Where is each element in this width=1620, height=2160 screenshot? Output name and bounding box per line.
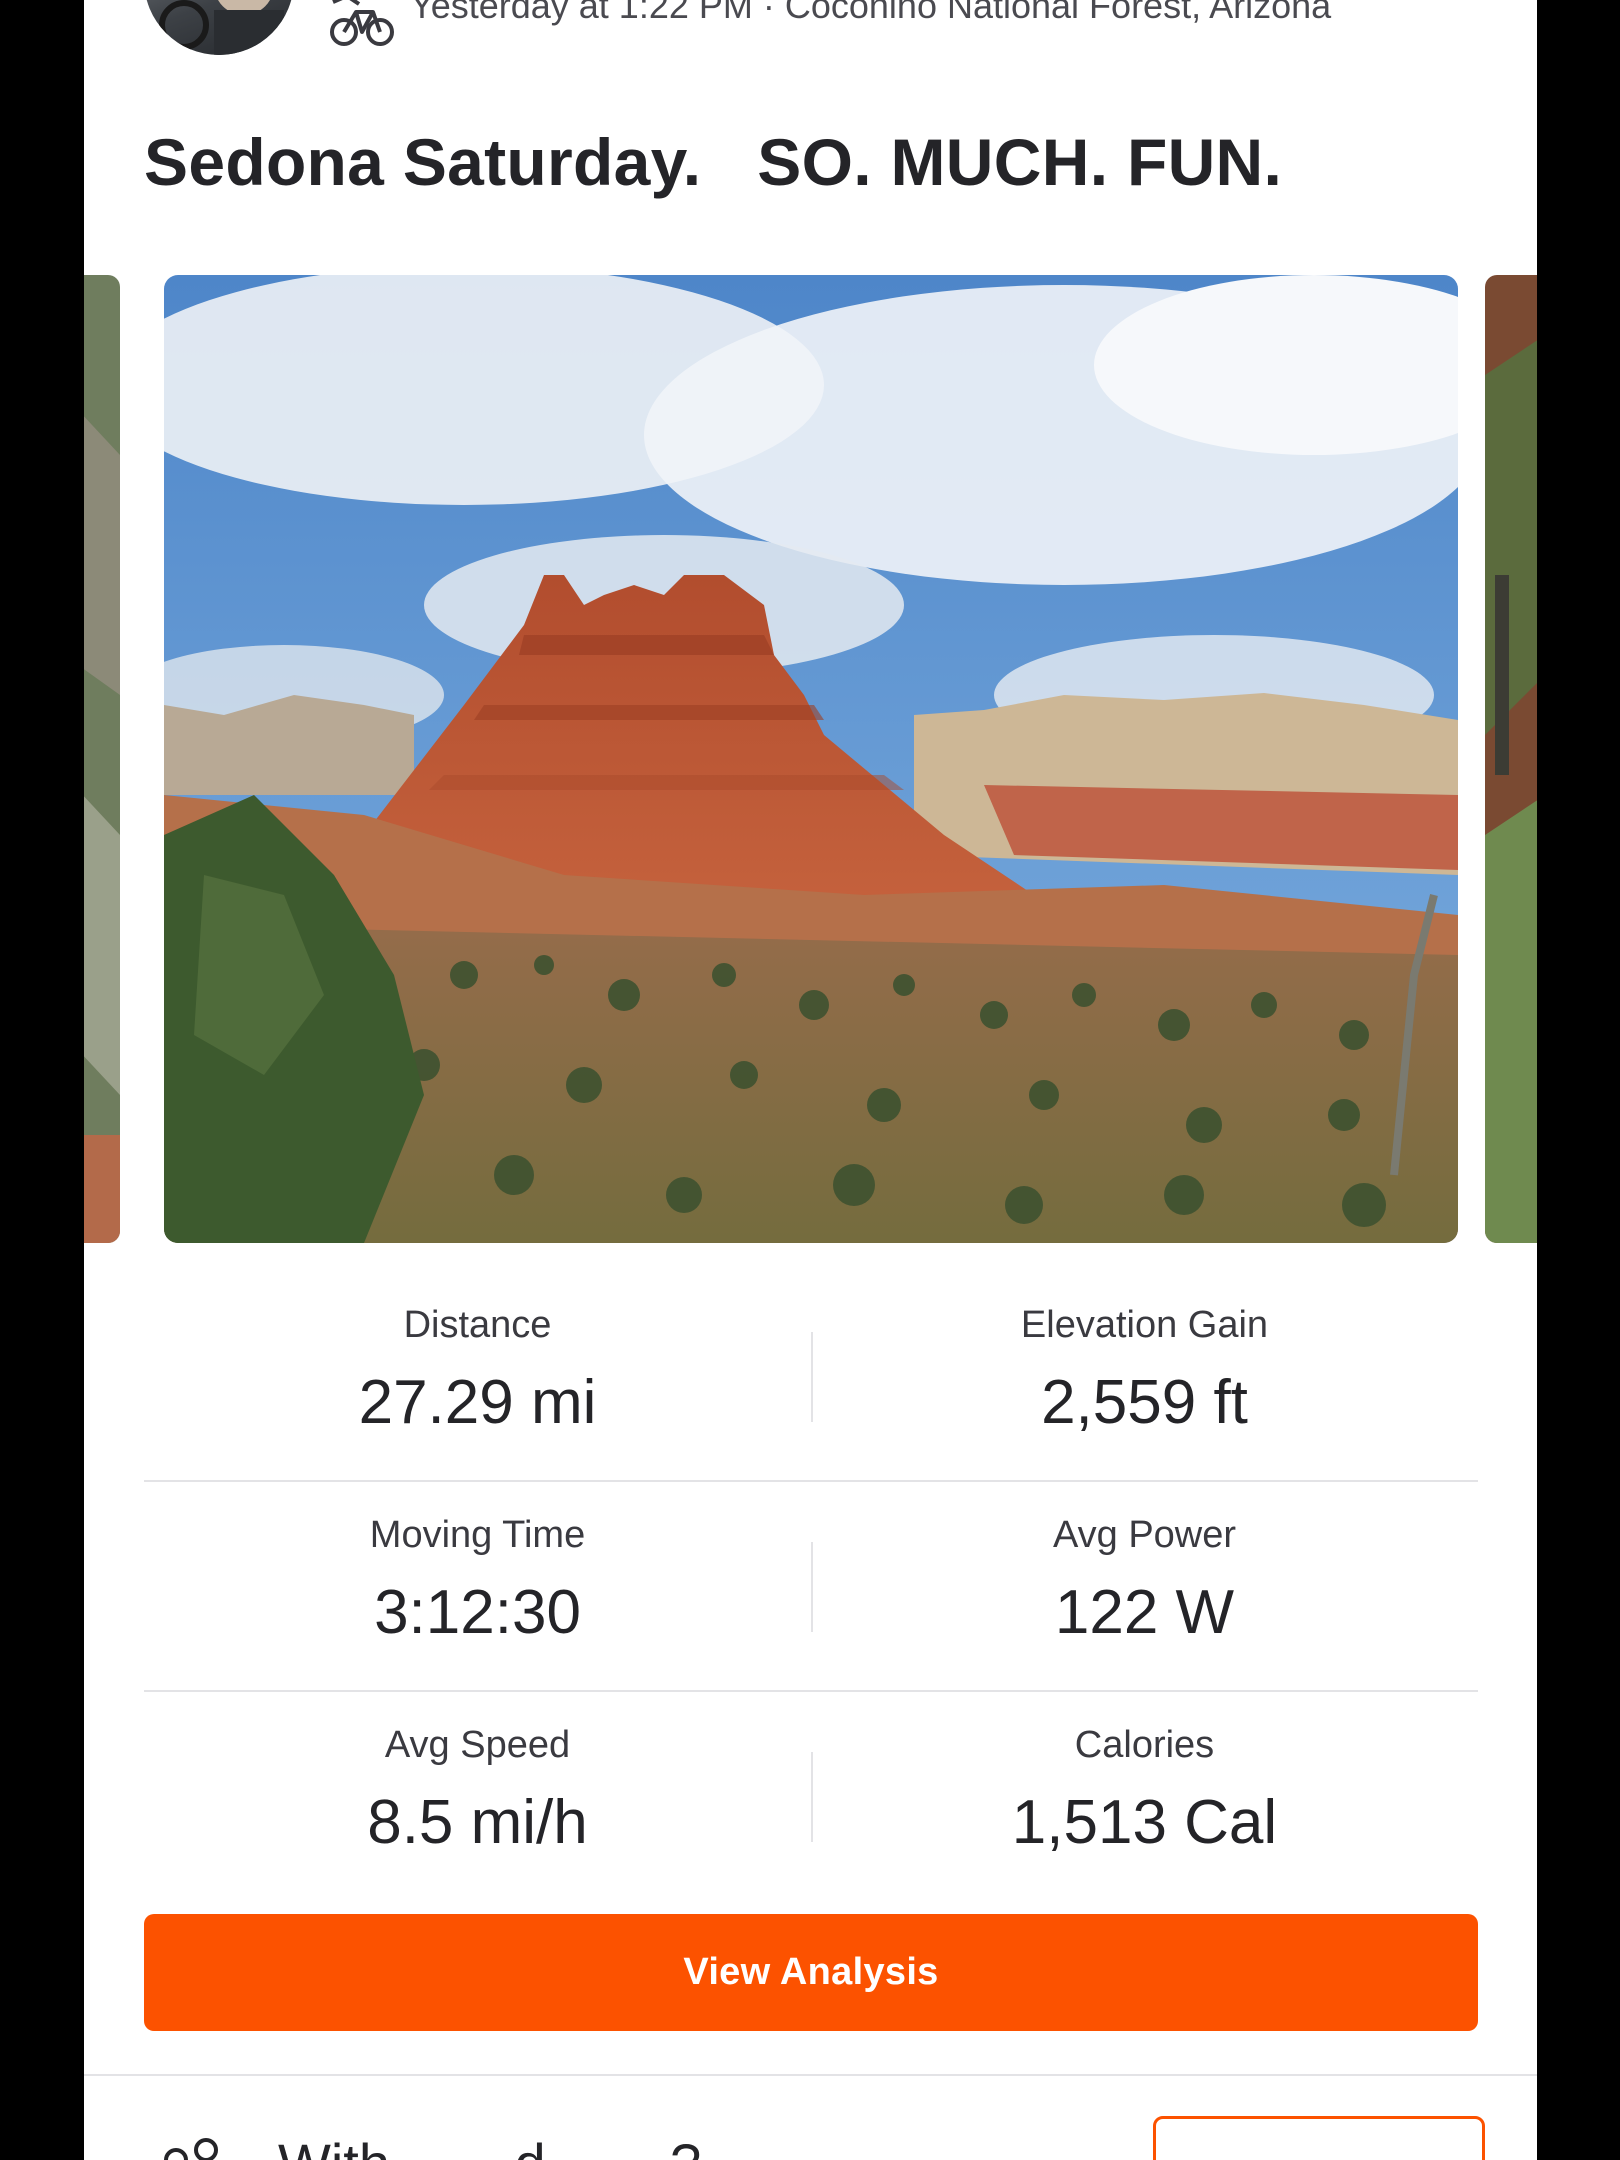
athlete-avatar[interactable]	[144, 0, 294, 55]
stat-value: 27.29 mi	[358, 1368, 597, 1437]
stat-distance: Distance 27.29 mi	[144, 1306, 811, 1434]
group-prompt-text: With ... ...d ... ...?	[278, 2136, 701, 2160]
stats-row: Moving Time 3:12:30 Avg Power 122 W	[144, 1482, 1478, 1692]
group-action-button[interactable]	[1153, 2116, 1485, 2160]
stat-moving-time: Moving Time 3:12:30	[144, 1516, 811, 1644]
activity-title[interactable]: Sedona Saturday. SO. MUCH. FUN.	[144, 126, 1282, 199]
stat-label: Distance	[403, 1304, 552, 1346]
carousel-prev-photo[interactable]	[84, 275, 120, 1243]
stat-label: Elevation Gain	[1020, 1304, 1269, 1346]
stats-row: Distance 27.29 mi Elevation Gain 2,559 f…	[144, 1272, 1478, 1482]
section-divider	[84, 2074, 1537, 2076]
stat-label: Calories	[1074, 1724, 1215, 1766]
stat-label: Avg Speed	[384, 1724, 571, 1766]
stat-value: 3:12:30	[374, 1578, 581, 1647]
stat-avg-power: Avg Power 122 W	[811, 1516, 1478, 1644]
stat-value: 1,513 Cal	[1011, 1788, 1278, 1857]
mountain-bike-icon	[330, 0, 394, 46]
activity-meta: Yesterday at 1:22 PM · Coconino National…	[410, 0, 1332, 26]
view-analysis-button[interactable]: View Analysis	[144, 1914, 1478, 2031]
stat-value: 8.5 mi/h	[367, 1788, 588, 1857]
activity-photo[interactable]	[164, 275, 1458, 1243]
athletes-icon	[164, 2138, 218, 2160]
stats-row: Avg Speed 8.5 mi/h Calories 1,513 Cal	[144, 1692, 1478, 1902]
stat-value: 2,559 ft	[1041, 1368, 1248, 1437]
stat-value: 122 W	[1054, 1578, 1235, 1647]
stat-elevation-gain: Elevation Gain 2,559 ft	[811, 1306, 1478, 1434]
stat-avg-speed: Avg Speed 8.5 mi/h	[144, 1726, 811, 1854]
stat-label: Moving Time	[369, 1514, 586, 1556]
carousel-next-photo[interactable]	[1485, 275, 1537, 1243]
activity-card: Yesterday at 1:22 PM · Coconino National…	[84, 0, 1537, 2160]
stat-calories: Calories 1,513 Cal	[811, 1726, 1478, 1854]
stat-label: Avg Power	[1052, 1514, 1237, 1556]
